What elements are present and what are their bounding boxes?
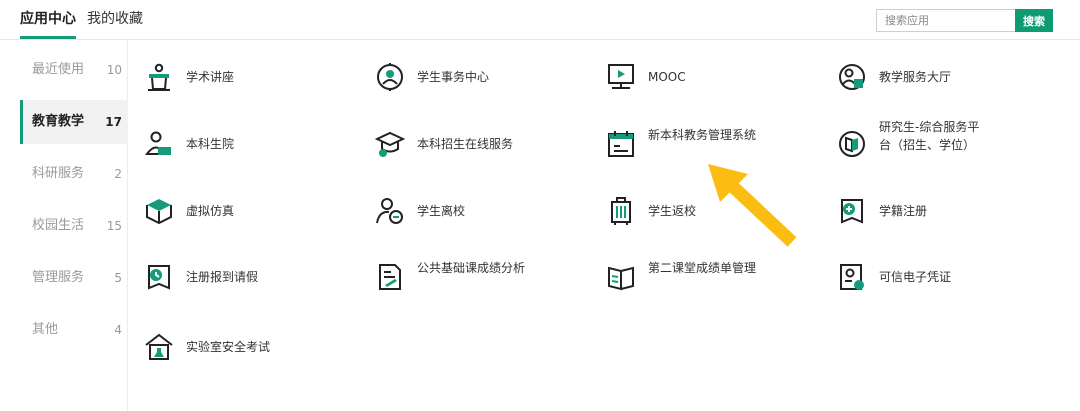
category-sidebar: 最近使用 10 教育教学 17 科研服务 2 校园生活 15 管理服务 5 其他… (20, 40, 128, 411)
sidebar-item-count: 4 (114, 323, 122, 337)
annotation-arrow-icon (708, 164, 797, 247)
graduation-cap-icon (375, 129, 405, 159)
sidebar-item-label: 其他 (32, 322, 59, 337)
app-second-classroom-transcript[interactable]: 第二课堂成绩单管理 (606, 261, 766, 292)
tab-my-favorites[interactable]: 我的收藏 (87, 9, 143, 29)
app-label: 研究生-综合服务平台（招生、学位） (879, 120, 980, 152)
sidebar-item-count: 2 (114, 167, 122, 181)
certificate-icon (837, 262, 867, 292)
app-label: 学生离校 (417, 204, 466, 218)
app-trusted-e-certificate[interactable]: 可信电子凭证 (837, 262, 1037, 292)
sidebar-item-count: 10 (106, 63, 122, 77)
sidebar-item-recent[interactable]: 最近使用 10 (20, 48, 128, 92)
tab-app-center[interactable]: 应用中心 (20, 9, 76, 39)
app-undergrad-admission-online[interactable]: 本科招生在线服务 (375, 129, 575, 159)
app-label: 学术讲座 (186, 70, 235, 84)
book-circle-icon (837, 129, 867, 159)
top-tab-bar: 应用中心 我的收藏 搜索 (0, 0, 1080, 40)
app-label: 学籍注册 (879, 204, 928, 218)
lab-house-icon (144, 332, 174, 362)
sidebar-item-label: 管理服务 (32, 270, 85, 285)
sidebar-item-label: 校园生活 (32, 218, 85, 233)
app-new-undergrad-academic-system[interactable]: 新本科教务管理系统 (606, 128, 757, 159)
sidebar-item-count: 5 (114, 271, 122, 285)
cube-icon (144, 196, 174, 226)
app-teaching-service-hall[interactable]: 教学服务大厅 (837, 62, 1037, 92)
sidebar-item-research[interactable]: 科研服务 2 (20, 152, 128, 196)
sidebar-item-other[interactable]: 其他 4 (20, 308, 128, 352)
register-book-icon (837, 196, 867, 226)
sidebar-item-count: 17 (105, 115, 122, 129)
app-public-course-grade-analysis[interactable]: 公共基础课成绩分析 (375, 261, 535, 292)
app-academic-lecture[interactable]: 学术讲座 (144, 62, 344, 92)
luggage-icon (606, 196, 636, 226)
user-minus-icon (375, 196, 405, 226)
app-label: 公共基础课成绩分析 (417, 261, 526, 275)
app-label: 学生事务中心 (417, 70, 490, 84)
app-label: 本科生院 (186, 137, 235, 151)
app-enrollment-registration[interactable]: 学籍注册 (837, 196, 1037, 226)
app-label: 教学服务大厅 (879, 70, 952, 84)
grade-document-icon (375, 262, 405, 292)
sidebar-item-label: 最近使用 (32, 62, 85, 77)
sidebar-item-label: 科研服务 (32, 166, 85, 181)
search-input[interactable] (876, 9, 1015, 32)
mooc-screen-icon (606, 62, 636, 92)
app-label: 新本科教务管理系统 (648, 128, 757, 142)
app-graduate-service-platform[interactable]: 研究生-综合服务平台（招生、学位） (837, 120, 982, 159)
app-undergraduate-college[interactable]: 本科生院 (144, 129, 344, 159)
app-student-affairs-center[interactable]: 学生事务中心 (375, 62, 575, 92)
app-student-leaving[interactable]: 学生离校 (375, 196, 575, 226)
sidebar-item-education[interactable]: 教育教学 17 (20, 100, 128, 144)
app-label: 实验室安全考试 (186, 340, 271, 354)
app-label: 注册报到请假 (186, 270, 259, 284)
app-registration-leave[interactable]: 注册报到请假 (144, 262, 344, 292)
search-button[interactable]: 搜索 (1015, 9, 1053, 32)
app-label: 可信电子凭证 (879, 270, 952, 284)
app-virtual-simulation[interactable]: 虚拟仿真 (144, 196, 344, 226)
sidebar-item-management[interactable]: 管理服务 5 (20, 256, 128, 300)
open-book-icon (606, 262, 636, 292)
student-affairs-icon (375, 62, 405, 92)
leave-book-icon (144, 262, 174, 292)
teaching-service-icon (837, 62, 867, 92)
lecture-podium-icon (144, 62, 174, 92)
app-lab-safety-exam[interactable]: 实验室安全考试 (144, 332, 344, 362)
app-mooc[interactable]: MOOC (606, 62, 806, 92)
app-label: 第二课堂成绩单管理 (648, 261, 757, 275)
app-label: 学生返校 (648, 204, 697, 218)
sidebar-item-count: 15 (106, 219, 122, 233)
app-label: MOOC (648, 70, 686, 84)
sidebar-item-campus-life[interactable]: 校园生活 15 (20, 204, 128, 248)
app-label: 本科招生在线服务 (417, 137, 514, 151)
undergraduate-icon (144, 129, 174, 159)
sidebar-item-label: 教育教学 (32, 114, 85, 129)
app-label: 虚拟仿真 (186, 204, 235, 218)
calendar-icon (606, 129, 636, 159)
